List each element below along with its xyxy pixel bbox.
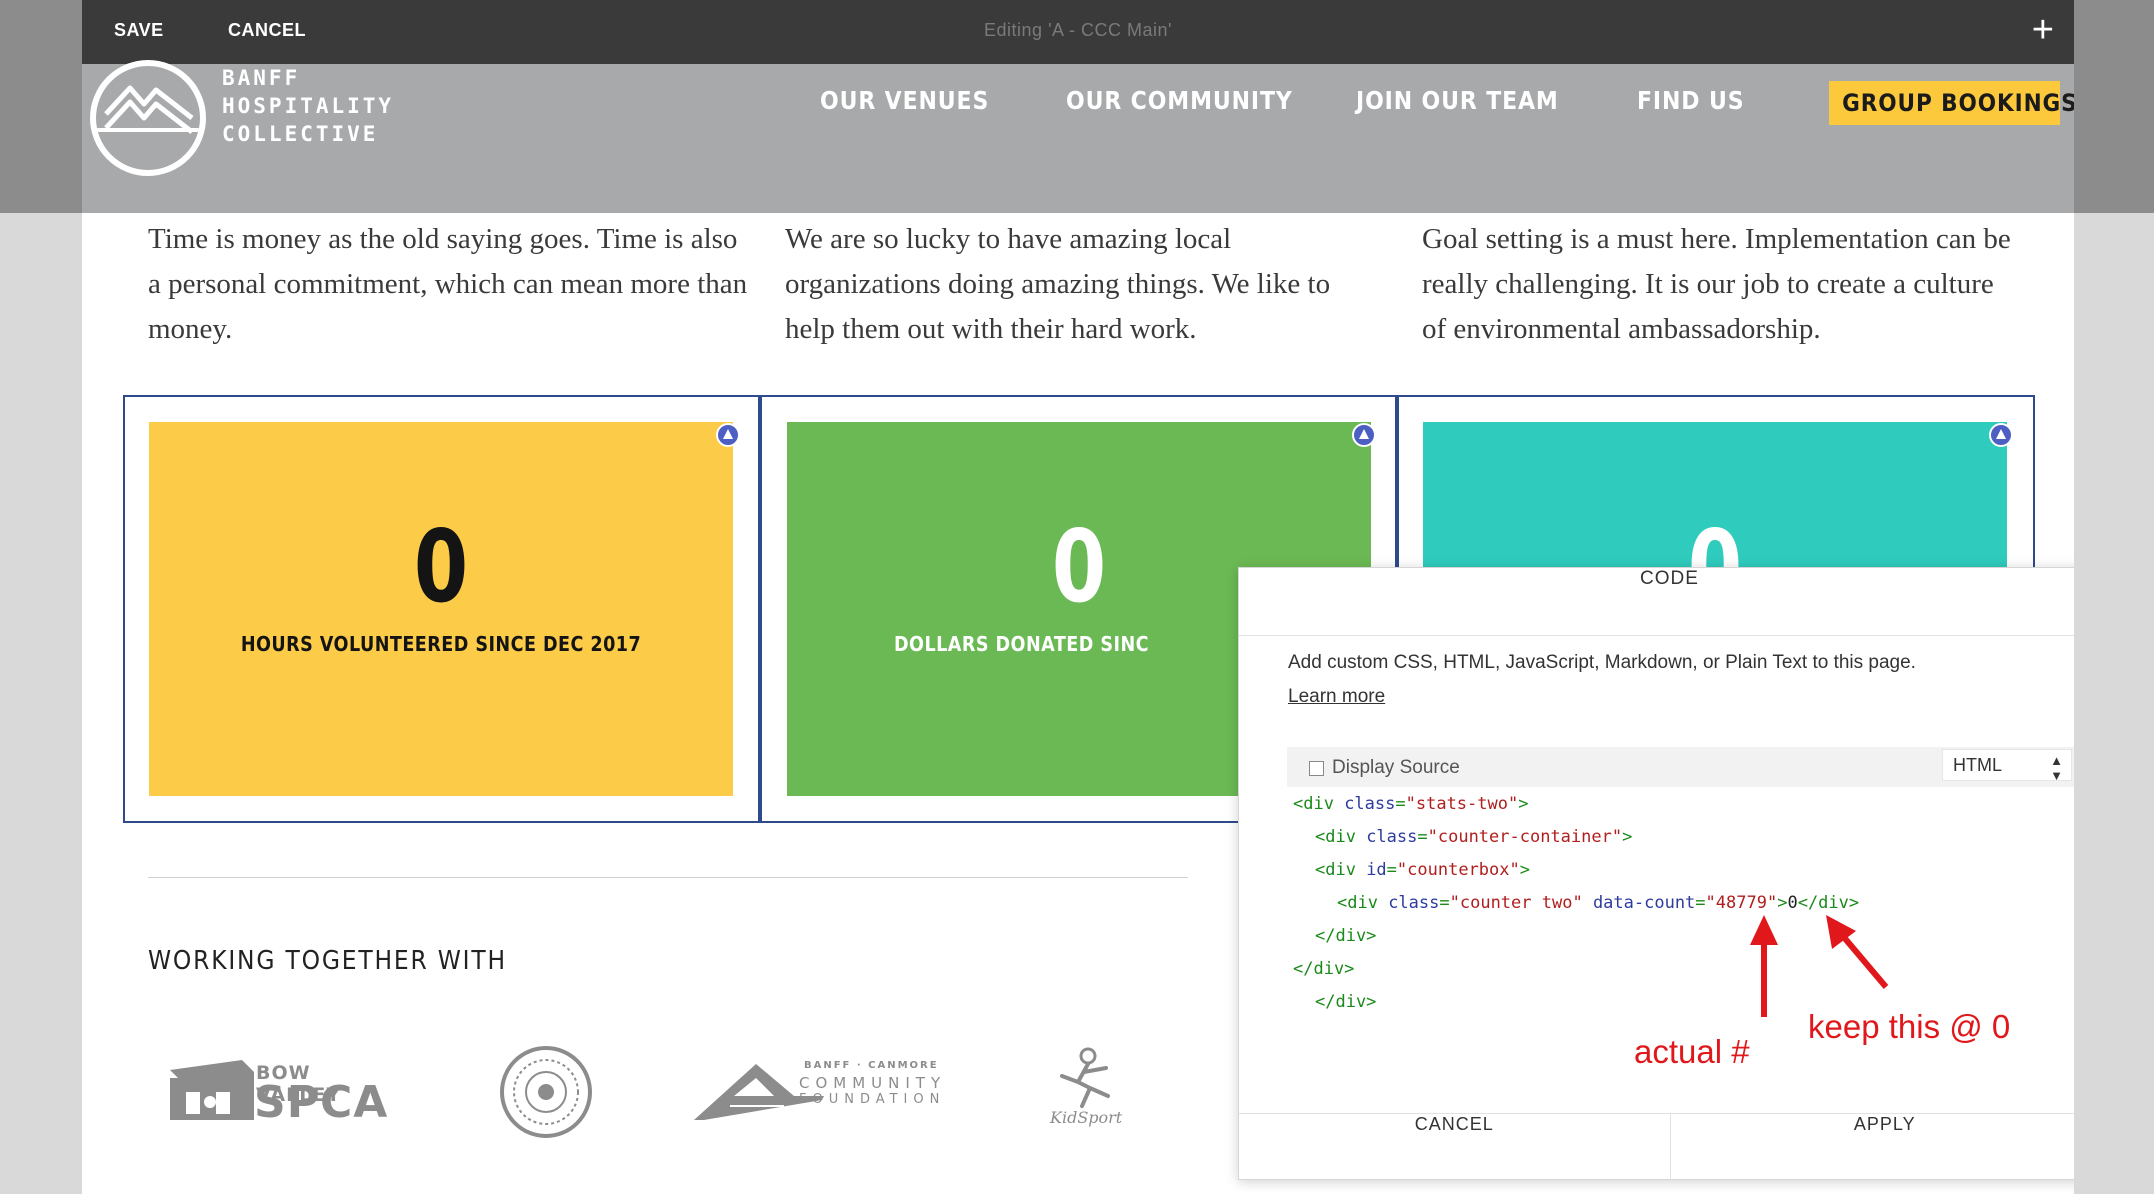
code-line: </div> (1315, 992, 1377, 1012)
display-source-checkbox[interactable] (1309, 761, 1324, 776)
editor-toolbar: SAVE CANCEL Editing 'A - CCC Main' + (82, 0, 2074, 64)
select-arrows-icon: ▲ ▼ (2050, 753, 2063, 783)
code-line: <div class="stats-two"> (1293, 794, 1529, 814)
code-line: </div> (1293, 959, 1355, 979)
community-foundation-logo[interactable]: BANFF · CANMORE COMMUNITY FOUNDATION (694, 1056, 944, 1126)
language-select[interactable]: HTML ▲ ▼ (1942, 749, 2072, 783)
code-line: <div id="counterbox"> (1315, 860, 1530, 880)
bow-valley-spca-logo[interactable]: BOW VALLEY SPCA (164, 1056, 394, 1126)
code-toolbar: Display Source HTML ▲ ▼ (1287, 747, 2074, 787)
dialog-title: CODE (1239, 568, 2074, 636)
code-line: <div class="counter two" data-count="487… (1337, 893, 1860, 913)
anchor-handle-icon[interactable] (1989, 423, 2013, 447)
left-background (0, 0, 82, 1194)
add-icon[interactable]: + (2032, 8, 2054, 52)
stat-hours-volunteered: 0 HOURS VOLUNTEERED SINCE DEC 2017 (149, 422, 733, 796)
stat-label: DOLLARS DONATED SINC (894, 632, 1149, 656)
partners-heading: WORKING TOGETHER WITH (148, 946, 507, 976)
annotation-keep: keep this @ 0 (1808, 1008, 2011, 1045)
foundation-line-3: FOUNDATION (799, 1092, 946, 1107)
logo-line: COLLECTIVE (222, 122, 379, 146)
column-text-community: We are so lucky to have amazing local or… (785, 223, 1331, 345)
dialog-cancel-button[interactable]: CANCEL (1239, 1114, 1670, 1180)
column-text-volunteer: Time is money as the old saying goes. Ti… (148, 223, 748, 345)
code-dialog: CODE Add custom CSS, HTML, JavaScript, M… (1238, 567, 2074, 1180)
code-line: <div class="counter-container"> (1315, 827, 1633, 847)
foundation-line-1: BANFF · CANMORE (804, 1060, 939, 1071)
nav-find-us[interactable]: FIND US (1637, 86, 1744, 115)
dialog-description: Add custom CSS, HTML, JavaScript, Markdo… (1288, 652, 1916, 673)
dialog-footer: CANCEL APPLY (1239, 1113, 2075, 1180)
section-divider (148, 877, 1188, 878)
logo-line: HOSPITALITY (222, 94, 395, 118)
nav-our-community[interactable]: OUR COMMUNITY (1066, 86, 1293, 115)
foundation-line-2: COMMUNITY (799, 1074, 947, 1092)
editing-title: Editing 'A - CCC Main' (984, 20, 1172, 40)
logo-line: BANFF (222, 66, 301, 90)
language-value: HTML (1953, 755, 2002, 775)
code-line: </div> (1315, 926, 1377, 946)
learn-more-link[interactable]: Learn more (1288, 686, 1385, 708)
stat-value: 0 (413, 508, 469, 625)
site-header: BANFF HOSPITALITY COLLECTIVE OUR VENUES … (82, 60, 2074, 213)
group-bookings-button[interactable]: GROUP BOOKINGS (1829, 81, 2074, 125)
anchor-handle-icon[interactable] (716, 423, 740, 447)
page-canvas: SAVE CANCEL Editing 'A - CCC Main' + BAN… (82, 0, 2074, 1194)
dialog-apply-button[interactable]: APPLY (1670, 1114, 2075, 1180)
annotation-actual: actual # (1634, 1033, 1750, 1070)
nav-our-venues[interactable]: OUR VENUES (820, 86, 989, 115)
right-background (2074, 0, 2154, 1194)
kidsport-logo[interactable]: KidSport (1044, 1046, 1124, 1136)
anchor-handle-icon[interactable] (1352, 423, 1376, 447)
nav-join-our-team[interactable]: JOIN OUR TEAM (1356, 86, 1559, 115)
spca-line-2: SPCA (254, 1077, 389, 1128)
stat-label: HOURS VOLUNTEERED SINCE DEC 2017 (240, 632, 642, 656)
mountain-logo-icon[interactable] (90, 60, 206, 176)
seal-logo-icon[interactable] (498, 1044, 594, 1140)
logo-wordmark[interactable]: BANFF HOSPITALITY COLLECTIVE (222, 64, 394, 148)
kidsport-text: KidSport (1050, 1108, 1123, 1127)
column-text-goals: Goal setting is a must here. Implementat… (1422, 223, 2011, 345)
display-source-label: Display Source (1332, 757, 1460, 778)
